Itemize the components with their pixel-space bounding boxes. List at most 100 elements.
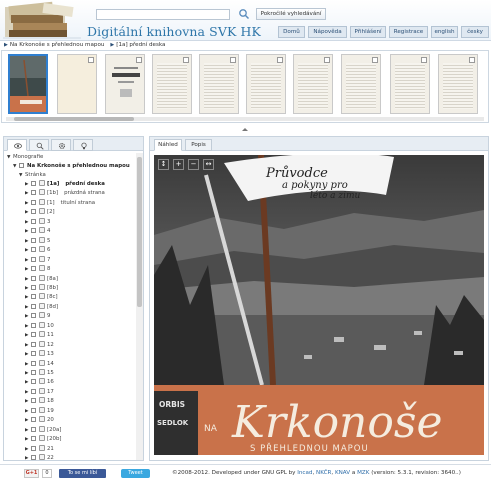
page-viewer[interactable]: Průvodce a pokyny pro léto a zimu ORBIS …: [154, 155, 484, 455]
checkbox[interactable]: [31, 417, 36, 423]
tree-title[interactable]: ▼ Na Krkonoše s přehlednou mapou: [13, 162, 130, 171]
thumbnail-page[interactable]: [341, 54, 381, 114]
search-input[interactable]: [96, 9, 230, 20]
tree-group[interactable]: ▼ Stránka: [19, 171, 46, 180]
library-books-logo[interactable]: [3, 1, 81, 39]
checkbox[interactable]: [31, 388, 36, 394]
link-incad[interactable]: Incad: [297, 470, 312, 476]
tree-page-item[interactable]: ▶ 5: [25, 236, 50, 246]
checkbox[interactable]: [31, 341, 36, 347]
checkbox[interactable]: [19, 163, 24, 168]
thumbnail-title-page[interactable]: [105, 54, 145, 114]
checkbox[interactable]: [31, 426, 36, 432]
tab-structure[interactable]: [7, 139, 27, 151]
tree-page-item[interactable]: ▶ 21: [25, 444, 54, 454]
nav-help[interactable]: Nápověda: [308, 26, 347, 38]
tree-page-item[interactable]: ▶ 3: [25, 217, 50, 227]
tree-page-item[interactable]: ▶ [2]: [25, 208, 55, 217]
checkbox[interactable]: [31, 398, 36, 404]
checkbox[interactable]: [31, 436, 36, 442]
tab-info[interactable]: [73, 139, 93, 151]
checkbox[interactable]: [31, 407, 36, 413]
tree-page-item[interactable]: ▶ 10: [25, 321, 54, 331]
checkbox[interactable]: [31, 218, 36, 224]
tree-page-item[interactable]: ▶ 12: [25, 340, 54, 350]
checkbox[interactable]: [31, 445, 36, 451]
checkbox[interactable]: [31, 455, 36, 460]
checkbox[interactable]: [31, 351, 36, 357]
zoom-out-button[interactable]: −: [188, 159, 199, 170]
tree-page-item[interactable]: ▶ [1] titulní strana: [25, 198, 95, 208]
tree-page-item[interactable]: ▶ [8c]: [25, 293, 58, 302]
thumbnail-page[interactable]: [152, 54, 192, 114]
checkbox[interactable]: [31, 313, 36, 319]
link-mzk[interactable]: MZK: [357, 470, 369, 476]
advanced-search-button[interactable]: Pokročilé vyhledávání: [256, 8, 326, 20]
checkbox[interactable]: [31, 199, 36, 205]
lang-english[interactable]: english: [431, 26, 458, 38]
thumbnail-cover[interactable]: [8, 54, 48, 114]
checkbox[interactable]: [31, 275, 36, 281]
thumbnail-page[interactable]: [438, 54, 478, 114]
tab-preview[interactable]: Náhled: [154, 139, 182, 151]
checkbox[interactable]: [31, 370, 36, 375]
thumbnail-scrollbar[interactable]: [6, 117, 484, 121]
scrollbar-thumb[interactable]: [14, 117, 134, 121]
google-plus-button[interactable]: G+1: [24, 469, 39, 478]
nav-register[interactable]: Registrace: [389, 26, 428, 38]
tree-page-item[interactable]: ▶ 13: [25, 350, 54, 359]
breadcrumb-page[interactable]: [1a] přední deska: [116, 42, 165, 48]
tab-description[interactable]: Popis: [185, 139, 212, 151]
nav-home[interactable]: Domů: [278, 26, 305, 38]
thumbnail-page[interactable]: [390, 54, 430, 114]
thumbnail-page[interactable]: [293, 54, 333, 114]
tweet-button[interactable]: Tweet: [121, 469, 150, 478]
tree-page-item[interactable]: ▶ 8: [25, 265, 50, 274]
facebook-like-button[interactable]: To se mi líbí: [59, 469, 106, 478]
thumbnail-page[interactable]: [199, 54, 239, 114]
tree-page-item[interactable]: ▶ 11: [25, 331, 54, 340]
tree-page-item[interactable]: ▶ [8d]: [25, 302, 58, 312]
checkbox[interactable]: [31, 303, 36, 309]
tab-settings[interactable]: [51, 139, 71, 151]
tree-page-item[interactable]: ▶ 17: [25, 387, 54, 397]
fit-page-button[interactable]: ↕: [158, 159, 169, 170]
tree-page-item[interactable]: ▶ 22: [25, 454, 54, 460]
tree-page-item[interactable]: ▶ [20a]: [25, 425, 61, 435]
checkbox[interactable]: [31, 266, 36, 272]
checkbox[interactable]: [31, 379, 36, 385]
checkbox[interactable]: [31, 360, 36, 366]
tree-page-item[interactable]: ▶ 20: [25, 416, 54, 425]
tree-page-item[interactable]: ▶ 6: [25, 246, 50, 255]
tree-page-item[interactable]: ▶ 14: [25, 359, 54, 369]
tree-page-item[interactable]: ▶ [8b]: [25, 283, 58, 293]
checkbox[interactable]: [31, 322, 36, 328]
tree-page-item[interactable]: ▶ 4: [25, 227, 50, 236]
checkbox[interactable]: [31, 228, 36, 234]
checkbox[interactable]: [31, 209, 36, 215]
lang-czech[interactable]: česky: [461, 26, 489, 38]
checkbox[interactable]: [31, 181, 36, 186]
checkbox[interactable]: [31, 247, 36, 253]
tree-page-item[interactable]: ▶ 9: [25, 312, 50, 321]
tree-root[interactable]: ▼ Monografie: [7, 153, 43, 162]
checkbox[interactable]: [31, 332, 36, 338]
tree-page-item[interactable]: ▶ [8a]: [25, 274, 58, 284]
tree-page-item[interactable]: ▶ 18: [25, 397, 54, 406]
fullscreen-button[interactable]: ↔: [203, 159, 214, 170]
checkbox[interactable]: [31, 237, 36, 243]
checkbox[interactable]: [31, 190, 36, 196]
breadcrumb-title[interactable]: Na Krkonoše s přehlednou mapou: [10, 42, 105, 48]
link-knav[interactable]: KNAV: [335, 470, 350, 476]
checkbox[interactable]: [31, 256, 36, 262]
scrollbar-thumb[interactable]: [137, 157, 142, 307]
panel-splitter-icon[interactable]: [240, 128, 250, 132]
tree-page-item[interactable]: ▶ 19: [25, 406, 54, 416]
tab-search[interactable]: [29, 139, 49, 151]
nav-login[interactable]: Přihlášení: [350, 26, 386, 38]
tree-page-item[interactable]: ▶ [20b]: [25, 435, 62, 444]
tree-page-item[interactable]: ▶ 15: [25, 369, 54, 378]
link-nkcr[interactable]: NKČR: [316, 470, 331, 476]
checkbox[interactable]: [31, 294, 36, 300]
tree-scrollbar[interactable]: [136, 153, 143, 460]
